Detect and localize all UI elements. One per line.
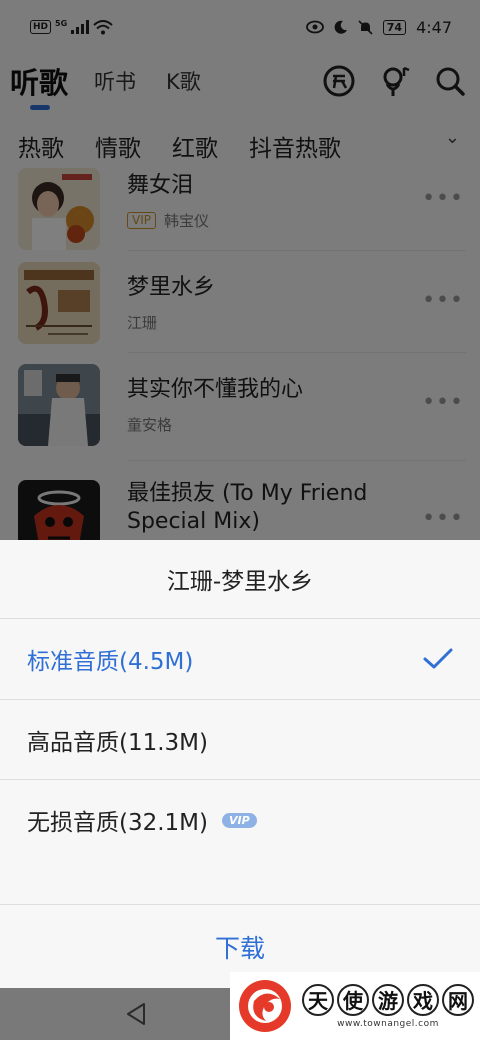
divider — [0, 904, 480, 905]
option-label: 高品音质(11.3M) — [27, 730, 209, 756]
watermark-char: 戏 — [407, 983, 439, 1016]
watermark-char: 游 — [372, 983, 404, 1016]
site-watermark: 天 使 游 戏 网 www.townangel.com — [230, 972, 480, 1040]
sheet-title: 江珊-梦里水乡 — [166, 569, 314, 595]
option-label: 无损音质(32.1M) — [27, 810, 209, 836]
watermark-url: www.townangel.com — [337, 1018, 439, 1029]
watermark-char: 网 — [442, 983, 474, 1016]
site-logo-icon — [239, 980, 291, 1032]
check-icon — [423, 648, 453, 669]
vip-badge: VIP — [222, 812, 257, 828]
quality-bottom-sheet: 江珊-梦里水乡 标准音质(4.5M) 高品音质(11.3M) 无损音质(32.1… — [0, 540, 480, 988]
quality-option-lossless[interactable]: 无损音质(32.1M) VIP — [0, 780, 480, 860]
option-label: 标准音质(4.5M) — [27, 649, 194, 675]
quality-option-standard[interactable]: 标准音质(4.5M) — [0, 619, 480, 699]
quality-option-high[interactable]: 高品音质(11.3M) — [0, 700, 480, 780]
watermark-char: 天 — [302, 983, 334, 1016]
watermark-char: 使 — [337, 983, 369, 1016]
